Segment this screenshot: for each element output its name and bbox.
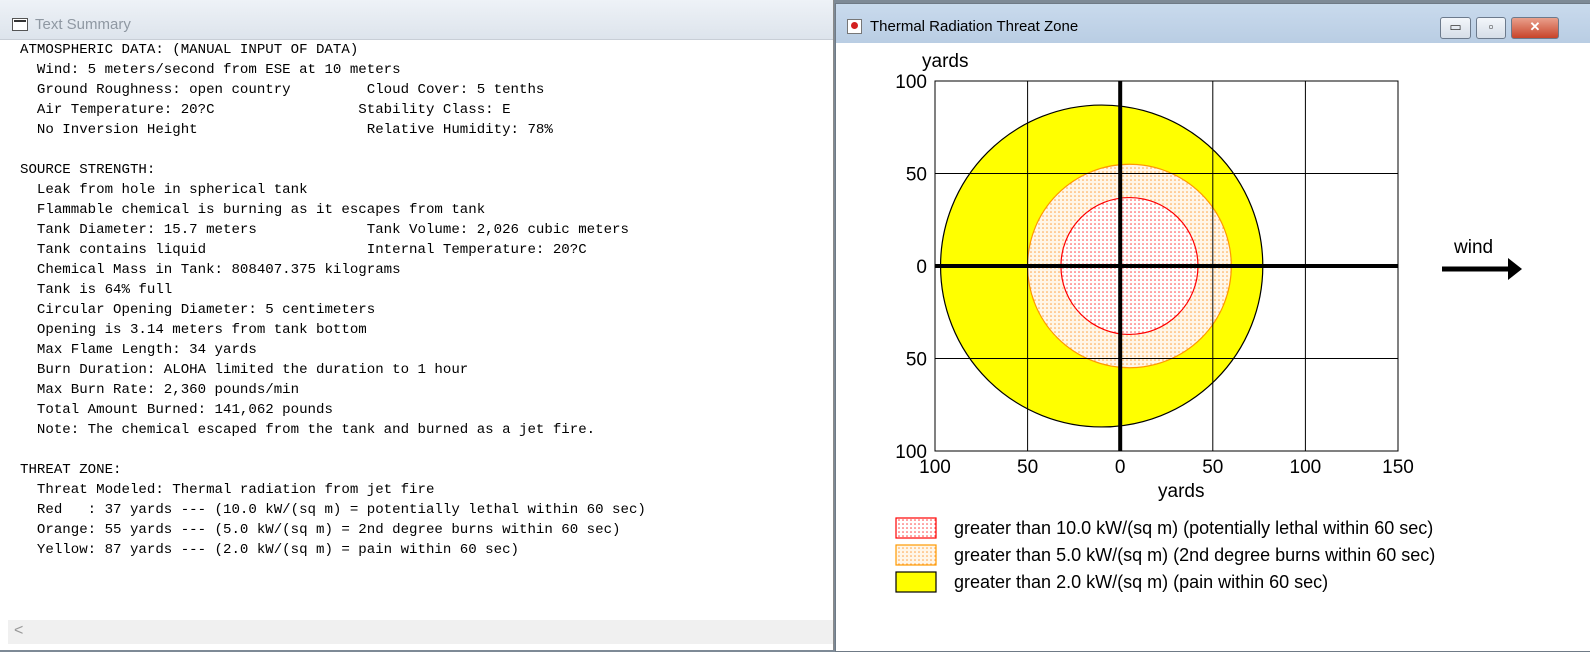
y-tick-label: 0 <box>916 257 927 278</box>
summary-line: Chemical Mass in Tank: 808407.375 kilogr… <box>20 262 401 278</box>
summary-line: Opening is 3.14 meters from tank bottom <box>20 322 367 338</box>
text-summary-titlebar[interactable]: Text Summary <box>0 0 833 40</box>
summary-line: THREAT ZONE: <box>20 462 122 478</box>
summary-line: Wind: 5 meters/second from ESE at 10 met… <box>20 62 401 78</box>
threat-zone-window: Thermal Radiation Threat Zone ▭ ▫ ✕ 100 5… <box>835 3 1590 652</box>
summary-line <box>20 440 825 460</box>
legend-label: greater than 2.0 kW/(sq m) (pain within … <box>954 572 1328 592</box>
summary-line: SOURCE STRENGTH: <box>20 162 156 178</box>
legend-item: greater than 2.0 kW/(sq m) (pain within … <box>895 571 1328 593</box>
threat-zone-plot-area: 100 50 0 50 100 150 100 50 0 50 100 yards yards wi… <box>846 43 1576 638</box>
summary-line: Tank is 64% full <box>20 282 173 298</box>
minimize-button[interactable]: ▭ <box>1440 17 1471 39</box>
legend-item: greater than 5.0 kW/(sq m) (2nd degree b… <box>895 544 1435 566</box>
horizontal-scrollbar[interactable]: < <box>8 620 833 644</box>
summary-line: Total Amount Burned: 141,062 pounds <box>20 402 333 418</box>
legend-swatch <box>895 517 937 539</box>
summary-line: Circular Opening Diameter: 5 centimeters <box>20 302 376 318</box>
summary-line: Flammable chemical is burning as it esca… <box>20 202 486 218</box>
summary-line <box>20 140 825 160</box>
summary-line: Tank contains liquid Internal Temperatur… <box>20 242 587 258</box>
y-axis-label: yards <box>922 51 968 72</box>
legend-item: greater than 10.0 kW/(sq m) (potentially… <box>895 517 1433 539</box>
x-tick-label: 100 <box>1290 457 1322 478</box>
y-tick-label: 50 <box>906 350 927 371</box>
x-axis-label: yards <box>1158 481 1204 502</box>
legend-label: greater than 5.0 kW/(sq m) (2nd degree b… <box>954 545 1435 565</box>
scroll-left-arrow-icon[interactable]: < <box>14 622 23 640</box>
summary-line: No Inversion Height Relative Humidity: 7… <box>20 122 553 138</box>
summary-line: Air Temperature: 20?C Stability Class: E <box>20 102 511 118</box>
summary-line: ATMOSPHERIC DATA: (MANUAL INPUT OF DATA) <box>20 42 359 58</box>
close-button[interactable]: ✕ <box>1511 17 1559 39</box>
y-tick-label: 100 <box>895 72 927 93</box>
summary-line: Burn Duration: ALOHA limited the duratio… <box>20 362 469 378</box>
maximize-button[interactable]: ▫ <box>1476 17 1506 39</box>
summary-line: Max Burn Rate: 2,360 pounds/min <box>20 382 300 398</box>
window-icon <box>12 18 28 31</box>
x-tick-label: 50 <box>1017 457 1038 478</box>
text-summary-window: Text Summary ATMOSPHERIC DATA: (MANUAL I… <box>0 0 834 650</box>
wind-arrow-icon <box>1508 258 1522 280</box>
summary-line: Threat Modeled: Thermal radiation from j… <box>20 482 435 498</box>
y-tick-label: 100 <box>895 442 927 463</box>
summary-text-area[interactable]: ATMOSPHERIC DATA: (MANUAL INPUT OF DATA)… <box>20 39 825 620</box>
threat-zone-title: Thermal Radiation Threat Zone <box>870 18 1079 35</box>
threat-zone-titlebar[interactable]: Thermal Radiation Threat Zone ▭ ▫ ✕ <box>836 4 1590 43</box>
x-tick-label: 50 <box>1202 457 1223 478</box>
wind-indicator: wind <box>1442 237 1522 280</box>
text-summary-title: Text Summary <box>35 16 131 33</box>
x-tick-label: 0 <box>1115 457 1126 478</box>
summary-line: Note: The chemical escaped from the tank… <box>20 422 596 438</box>
x-tick-label: 150 <box>1382 457 1414 478</box>
summary-line: Yellow: 87 yards --- (2.0 kW/(sq m) = pa… <box>20 542 519 558</box>
legend-label: greater than 10.0 kW/(sq m) (potentially… <box>954 518 1433 538</box>
legend-swatch <box>895 571 937 593</box>
summary-line: Ground Roughness: open country Cloud Cov… <box>20 82 545 98</box>
wind-label: wind <box>1453 237 1493 258</box>
threat-zone-chart: 100 50 0 50 100 15010050050100 yards yards wi… <box>895 51 1522 593</box>
summary-line: Tank Diameter: 15.7 meters Tank Volume: … <box>20 222 629 238</box>
summary-line: Leak from hole in spherical tank <box>20 182 308 198</box>
summary-line: Max Flame Length: 34 yards <box>20 342 257 358</box>
legend-swatch <box>895 544 937 566</box>
summary-line: Orange: 55 yards --- (5.0 kW/(sq m) = 2n… <box>20 522 621 538</box>
aloha-app-icon <box>847 19 862 34</box>
y-tick-label: 50 <box>906 165 927 186</box>
summary-line: Red : 37 yards --- (10.0 kW/(sq m) = pot… <box>20 502 646 518</box>
